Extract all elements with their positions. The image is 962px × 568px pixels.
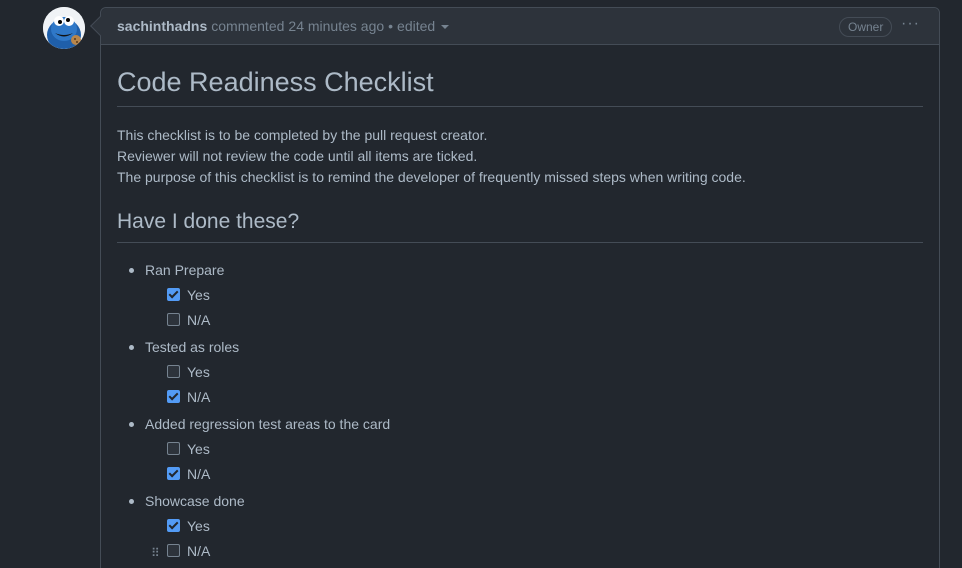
task-option: Yes [167, 436, 923, 461]
checklist-item: Tested as roles Yes N/A [127, 337, 923, 409]
comment-action: commented [211, 18, 285, 34]
cookie-monster-avatar-icon [43, 7, 85, 49]
task-label: N/A [187, 388, 211, 405]
comment-header: sachinthadns commented 24 minutes ago • … [101, 8, 939, 45]
chevron-down-icon [441, 25, 450, 30]
task-option: Yes [167, 513, 923, 538]
separator-dot: • [388, 18, 394, 34]
task-checkbox[interactable] [167, 544, 180, 557]
intro-line: This checklist is to be completed by the… [117, 127, 488, 143]
comment-box: sachinthadns commented 24 minutes ago • … [100, 7, 940, 568]
task-checkbox[interactable] [167, 442, 180, 455]
intro-line: Reviewer will not review the code until … [117, 148, 478, 164]
checklist-item: Added regression test areas to the card … [127, 414, 923, 486]
intro-line: The purpose of this checklist is to remi… [117, 169, 746, 185]
owner-badge: Owner [839, 17, 893, 37]
checklist-item-label: Tested as roles [145, 339, 240, 355]
page-title: Code Readiness Checklist [117, 67, 923, 107]
checklist-item: Ran Prepare Yes N/A [127, 260, 923, 332]
task-option: N/A [167, 384, 923, 409]
comment-timestamp[interactable]: 24 minutes ago [288, 18, 384, 34]
checklist-item-label: Showcase done [145, 493, 245, 509]
task-checkbox[interactable] [167, 519, 180, 532]
task-label: Yes [187, 517, 210, 534]
edited-label: edited [397, 18, 436, 34]
task-label: Yes [187, 363, 210, 380]
checklist-item-label: Ran Prepare [145, 262, 225, 278]
task-checkbox[interactable] [167, 467, 180, 480]
task-label: N/A [187, 311, 211, 328]
task-option: Yes [167, 282, 923, 307]
task-option: Yes [167, 359, 923, 384]
checklist: Ran Prepare Yes N/A Tested as roles Yes … [117, 260, 923, 563]
kebab-menu-icon[interactable]: ··· [901, 15, 920, 33]
drag-handle-icon[interactable]: ⠿ [151, 543, 160, 563]
comment-body: Code Readiness Checklist This checklist … [101, 45, 939, 568]
task-checkbox[interactable] [167, 365, 180, 378]
section-heading: Have I done these? [117, 210, 923, 243]
task-option: N/A [167, 307, 923, 332]
task-checkbox[interactable] [167, 313, 180, 326]
task-label: N/A [187, 465, 211, 482]
task-label: Yes [187, 286, 210, 303]
task-checkbox[interactable] [167, 288, 180, 301]
intro-paragraph: This checklist is to be completed by the… [117, 125, 923, 188]
task-option: ⠿ N/A [151, 538, 923, 563]
task-checkbox[interactable] [167, 390, 180, 403]
task-label: N/A [187, 542, 211, 559]
checklist-item-label: Added regression test areas to the card [145, 416, 391, 432]
task-option: N/A [167, 461, 923, 486]
author-link[interactable]: sachinthadns [117, 18, 207, 34]
edited-dropdown[interactable]: edited [397, 18, 450, 34]
avatar[interactable] [43, 7, 85, 49]
checklist-item: Showcase done Yes ⠿ N/A [127, 491, 923, 563]
task-label: Yes [187, 440, 210, 457]
